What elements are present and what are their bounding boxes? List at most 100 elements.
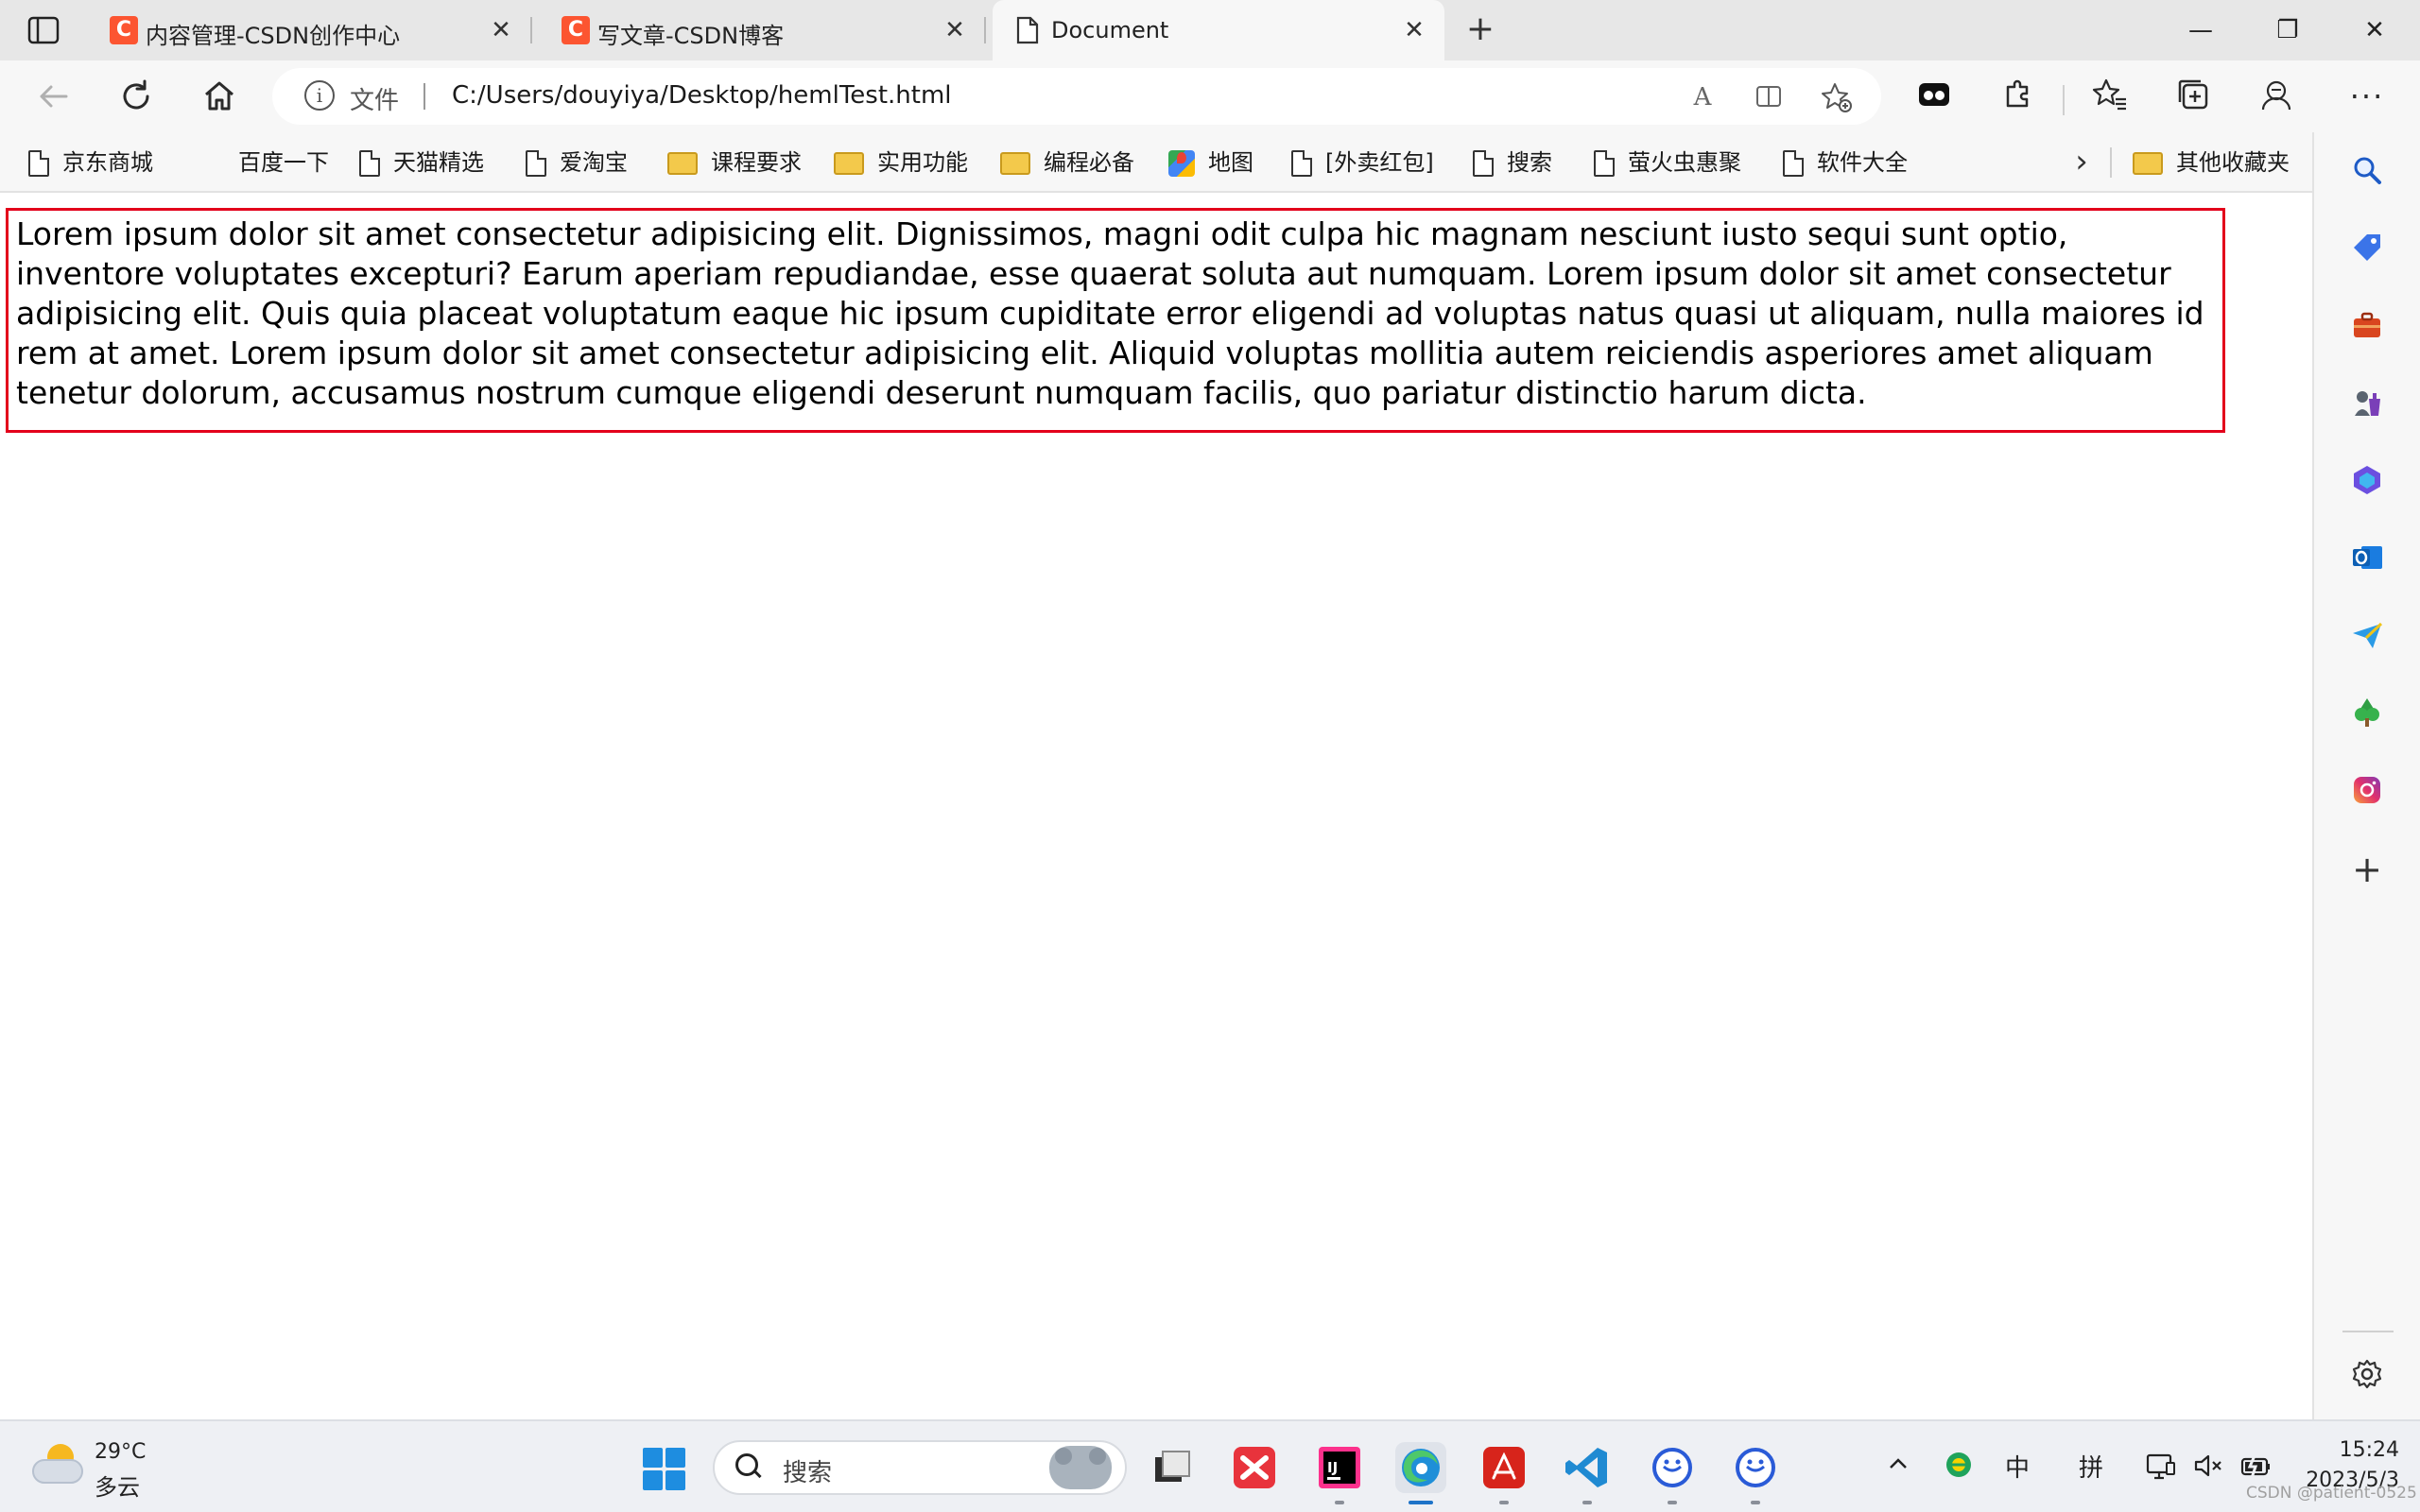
address-bar[interactable]: i 文件 C:/Users/douyiya/Desktop/hemlTest.h… [272,68,1881,125]
add-sidebar-app-icon[interactable]: + [2348,850,2386,888]
vscode-icon[interactable] [1562,1442,1613,1504]
favorite-folder[interactable]: 编程必备 [1000,144,1134,181]
search-placeholder: 搜索 [783,1459,833,1487]
favorite-item[interactable]: 百度一下 [238,144,329,181]
add-favorite-icon[interactable] [1821,81,1853,113]
network-icon[interactable] [2142,1450,2180,1487]
intellij-idea-icon[interactable]: IJ [1314,1442,1365,1504]
collections-icon[interactable] [2172,76,2214,117]
minimize-button[interactable]: — [2182,11,2220,49]
weather-temperature[interactable]: 29°C [95,1440,146,1464]
search-icon[interactable] [2348,153,2386,191]
clock-time[interactable]: 15:24 [2314,1438,2399,1462]
tab-manager-extension-icon[interactable] [1913,76,1955,117]
page-icon [1473,150,1494,177]
map-icon [1168,150,1195,177]
toolbar-separator [2063,85,2065,115]
weather-description[interactable]: 多云 [95,1469,140,1502]
tab-close-icon[interactable]: ✕ [1397,13,1431,47]
favorites-separator [2110,147,2112,178]
favorite-folder[interactable]: 课程要求 [667,144,802,181]
page-icon [359,150,380,177]
page-favicon-icon [1015,16,1040,50]
site-info-icon[interactable]: i [304,80,335,111]
favorite-label: 爱淘宝 [560,149,628,176]
favorite-label: 软件大全 [1817,149,1908,176]
chat-app-icon[interactable] [1730,1442,1781,1504]
favorite-label: 地图 [1208,149,1253,176]
favorite-label: 百度一下 [238,149,329,176]
tab-title: Document [1051,17,1169,43]
tab-title: 写文章-CSDN博客 [597,23,785,49]
koala-highlight-icon [1049,1446,1112,1489]
sidebar-separator [2342,1331,2394,1332]
tab-csdn-content[interactable]: C 内容管理-CSDN创作中心 ✕ [87,0,532,60]
favorite-label: 天猫精选 [393,149,484,176]
xmind-icon[interactable] [1229,1442,1280,1493]
favorite-label: 京东商城 [62,149,153,176]
more-menu-icon[interactable]: ··· [2346,76,2388,117]
csdn-watermark: CSDN @patient-0525 [2246,1484,2417,1503]
send-telegram-icon[interactable] [2348,618,2386,656]
favorite-item[interactable]: 搜索 [1473,144,1552,181]
app-tray-icon[interactable] [1942,1450,1976,1487]
edge-browser-icon[interactable] [1395,1442,1446,1504]
taskbar-search-box[interactable]: 搜索 [713,1440,1127,1495]
games-icon[interactable] [2348,386,2386,423]
favorites-icon[interactable] [2089,76,2131,117]
outlook-icon[interactable] [2348,541,2386,578]
favorite-label: 实用功能 [877,149,968,176]
speaker-muted-icon[interactable] [2189,1450,2227,1487]
tab-close-icon[interactable]: ✕ [484,13,518,47]
windows-start-icon[interactable] [643,1448,686,1491]
search-icon [735,1453,762,1480]
profile-avatar-icon[interactable] [2256,76,2297,117]
battery-charging-icon[interactable] [2237,1450,2274,1487]
favorite-item[interactable]: 爱淘宝 [526,144,628,181]
edge-sidebar: + [2312,132,2420,1419]
tree-icon[interactable] [2348,696,2386,733]
page-icon [1783,150,1804,177]
windows-taskbar: 29°C 多云 搜索 IJ 中 拼 15:24 2023/5/3 CSDN @p… [0,1419,2420,1512]
favorite-item[interactable]: 软件大全 [1783,144,1908,181]
weather-cloudy-icon[interactable] [32,1444,83,1486]
favorite-item[interactable]: 京东商城 [28,144,153,181]
url-input[interactable]: C:/Users/douyiya/Desktop/hemlTest.html [452,81,952,110]
instagram-icon[interactable] [2348,773,2386,811]
tab-csdn-write[interactable]: C 写文章-CSDN博客 ✕ [539,0,986,60]
favorite-label: 搜索 [1507,149,1552,176]
window-close-button[interactable]: ✕ [2356,11,2394,49]
home-button[interactable] [199,76,240,117]
restore-button[interactable]: ❐ [2269,11,2307,49]
chevron-right-icon[interactable]: › [2065,144,2099,181]
favorite-item[interactable]: 地图 [1168,144,1253,181]
favorite-folder[interactable]: 实用功能 [834,144,968,181]
chevron-up-icon[interactable] [1881,1450,1915,1487]
svg-text:IJ: IJ [1327,1459,1338,1476]
other-favorites-folder[interactable]: 其他收藏夹 [2133,144,2290,181]
tab-document[interactable]: Document ✕ [993,0,1444,60]
chat-app-icon[interactable] [1647,1442,1698,1504]
tab-close-icon[interactable]: ✕ [938,13,972,47]
extensions-icon[interactable] [1996,76,2038,117]
settings-gear-icon[interactable] [2348,1357,2386,1395]
ime-language[interactable]: 中 [1998,1450,2036,1487]
new-tab-button[interactable]: + [1461,11,1499,49]
file-explorer-icon[interactable] [1146,1442,1197,1493]
back-button[interactable] [32,76,74,117]
read-aloud-icon[interactable]: A [1686,81,1719,113]
microsoft-365-icon[interactable] [2348,463,2386,501]
tab-actions-icon[interactable] [21,13,66,47]
favorite-item[interactable]: 萤火虫惠聚 [1594,144,1741,181]
split-screen-icon[interactable] [1753,81,1785,113]
address-separator [424,83,425,110]
favorite-item[interactable]: [外卖红包] [1291,144,1434,181]
ime-mode[interactable]: 拼 [2072,1450,2110,1487]
favorite-label: 其他收藏夹 [2176,149,2290,176]
tools-briefcase-icon[interactable] [2348,308,2386,346]
acrobat-reader-icon[interactable] [1478,1442,1530,1504]
refresh-button[interactable] [115,76,157,117]
favorite-item[interactable]: 天猫精选 [359,144,484,181]
favorite-label: 课程要求 [711,149,802,176]
shopping-tag-icon[interactable] [2348,231,2386,268]
